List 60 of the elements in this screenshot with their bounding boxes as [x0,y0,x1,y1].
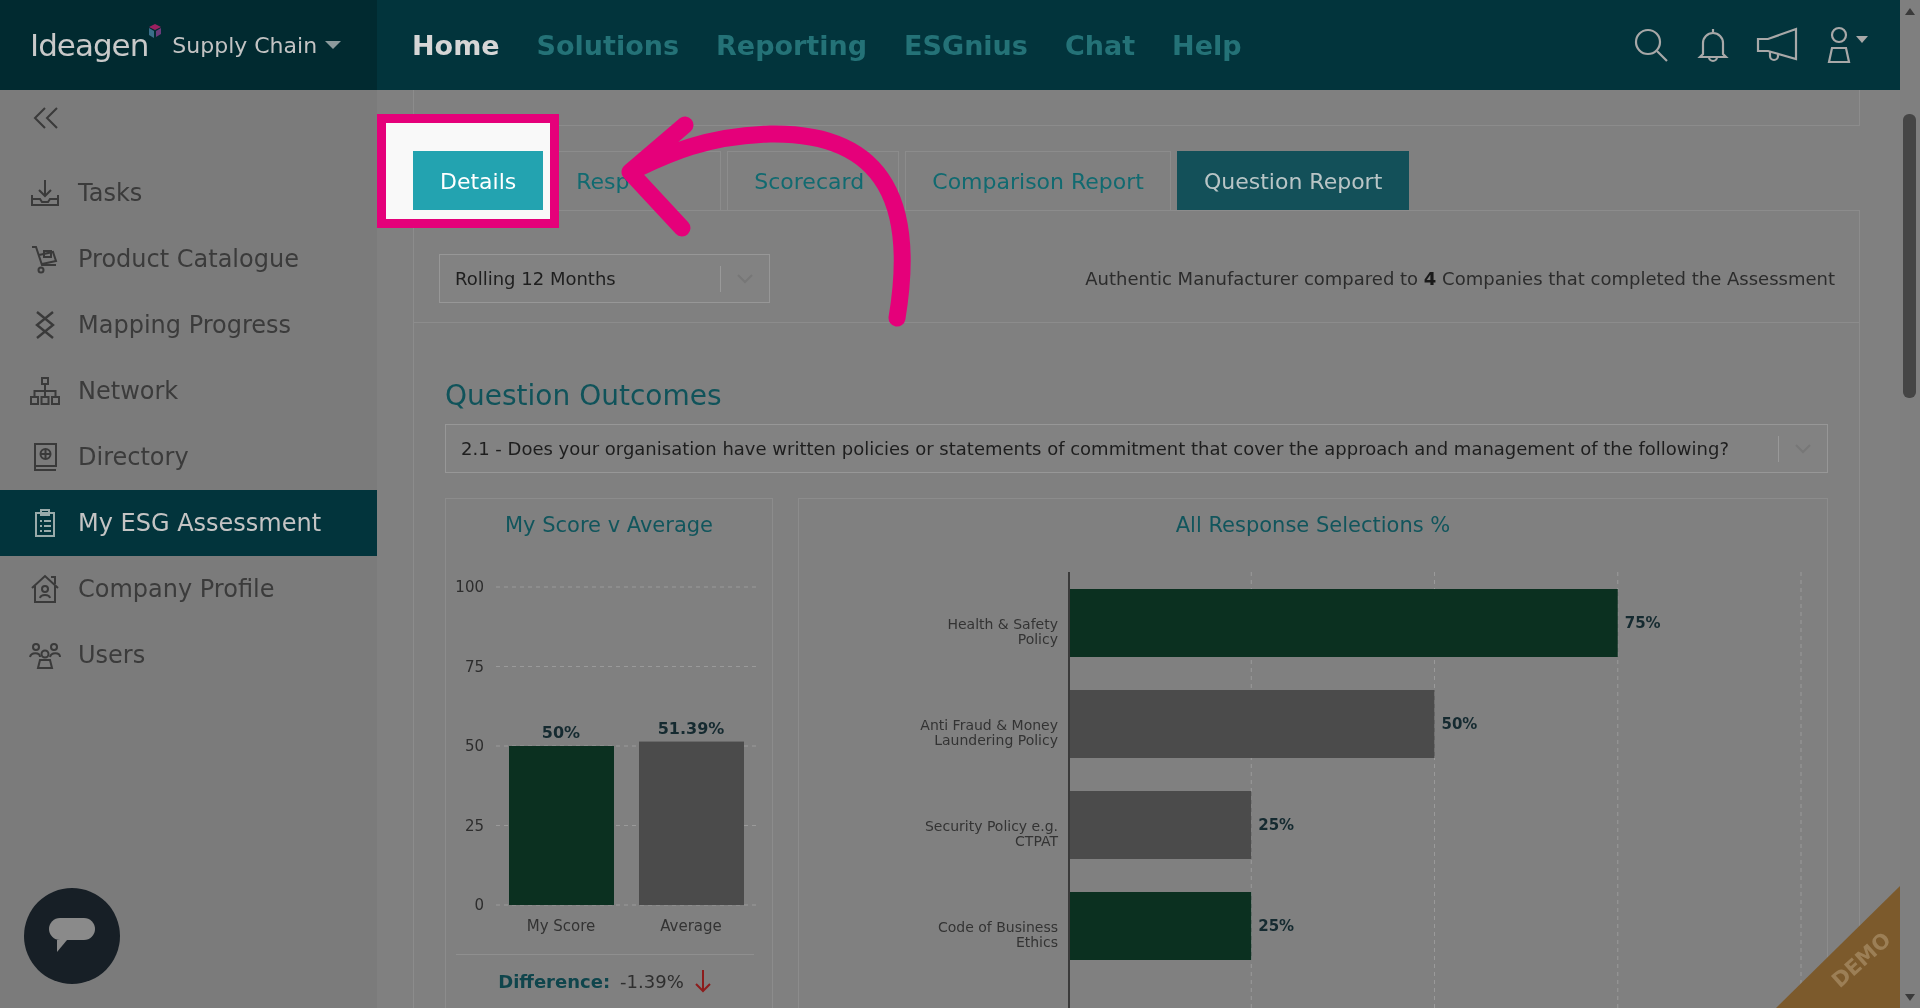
sidebar-item[interactable]: My ESG Assessment [0,490,377,556]
caret-icon[interactable] [325,40,342,50]
collapse-icon[interactable] [32,106,60,130]
value-label: 50% [541,723,581,742]
category-label: Code of Business Ethics [937,920,1058,950]
comparison-note: Authentic Manufacturer compared to 4 Companies that completed the Assessment [1085,268,1835,289]
axis-label: 100 [455,578,484,596]
sidebar-label: Directory [78,443,189,471]
difference-label: Difference: [498,970,611,992]
network-icon [28,375,62,407]
sidebar-label: My ESG Assessment [78,509,322,537]
sidebar-item[interactable]: Directory [0,424,377,490]
download-tray-icon [28,177,62,209]
chart-title: My Score v Average [503,513,715,537]
nav-link[interactable]: Chat [1064,29,1136,61]
axis-label: 25 [464,816,484,835]
value-label: 51.39% [657,718,725,738]
arrow-down-icon [693,969,712,993]
category-label: My Score [526,917,596,935]
category-label: Anti Fraud & Money Laundering Policy [919,718,1058,748]
sidebar-label: Mapping Progress [78,311,292,339]
section-title: Question Outcomes [445,379,723,412]
tab[interactable]: Comparison Report [905,151,1171,210]
sidebar-item[interactable]: Product Catalogue [0,226,377,292]
sidebar-label: Network [78,377,179,405]
axis-label: 0 [474,896,484,914]
megaphone-icon[interactable] [1756,26,1800,64]
sidebar-label: Users [78,641,146,669]
sidebar-label: Company Profile [78,575,275,603]
sidebar-item[interactable]: Network [0,358,377,424]
sidebar-item[interactable]: Mapping Progress [0,292,377,358]
search-icon[interactable] [1632,26,1670,64]
period-dropdown[interactable]: Rolling 12 Months [439,254,770,303]
nav-link[interactable]: Reporting [716,29,868,61]
category-label: Average [660,917,722,935]
nav-link[interactable]: Home [412,29,500,61]
product-name[interactable]: Supply Chain [172,32,318,58]
value-label: 25% [1258,816,1295,834]
sidebar-item[interactable]: Company Profile [0,556,377,622]
chart-title: All Response Selections % [1174,513,1452,537]
cube-icon [148,24,163,40]
value-label: 50% [1441,715,1478,733]
tab[interactable]: Details [413,151,544,210]
sidebar-item[interactable]: Users [0,622,377,688]
tab[interactable]: Question Report [1176,151,1410,210]
question-dropdown[interactable]: 2.1 - Does your organisation have written policies or statements of commitment that cover the approach and management of the following? [445,424,1828,473]
category-label: Security Policy e.g. CTPAT [923,819,1058,849]
nav-link[interactable]: Solutions [536,29,680,61]
axis-label: 75 [464,657,484,676]
sidebar-label: Product Catalogue [78,245,299,273]
category-label: Health & Safety Policy [946,617,1058,647]
value-label: 75% [1624,614,1661,632]
nav-link[interactable]: Help [1172,29,1242,61]
nav-link[interactable]: ESGnius [904,29,1028,61]
value-label: 25% [1258,917,1295,935]
sidebar-item[interactable]: Tasks [0,160,377,226]
logo[interactable]: Ideagen [30,27,149,63]
difference-value: -1.39% [620,970,684,992]
axis-label: 50 [464,737,484,755]
sidebar-label: Tasks [78,179,143,207]
